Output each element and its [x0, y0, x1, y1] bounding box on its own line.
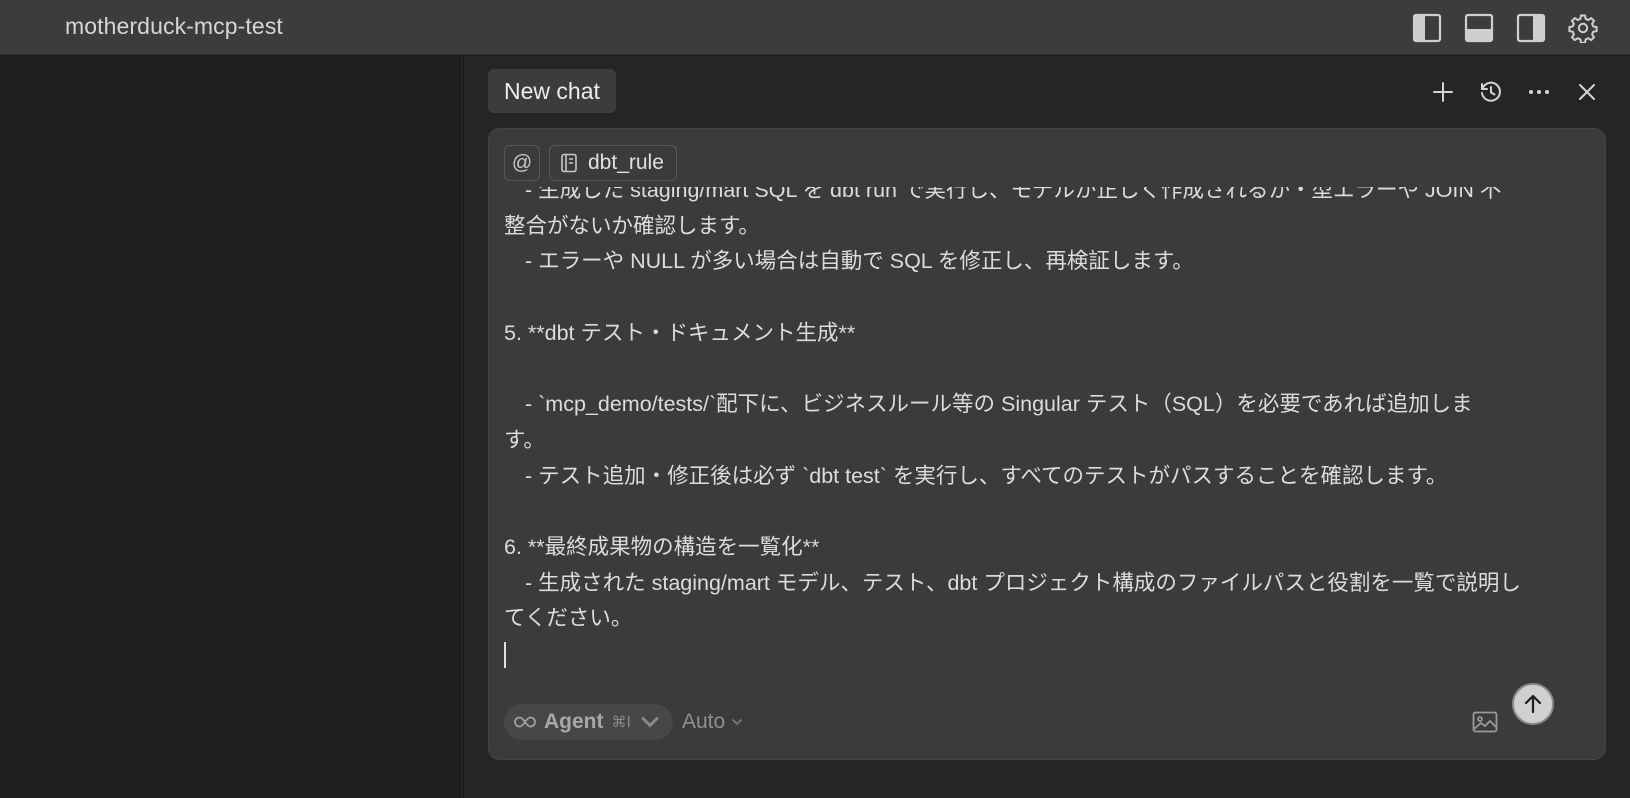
message-line: - テスト追加・修正後は必ず `dbt test` を実行し、すべてのテストがパ… — [525, 463, 1448, 488]
message-text: - 生成した staging/mart SQL を dbt run で実行し、モ… — [504, 187, 1596, 673]
close-icon[interactable] — [1571, 76, 1603, 108]
history-icon[interactable] — [1475, 76, 1507, 108]
chevron-down-icon — [732, 718, 743, 726]
message-line — [504, 280, 1596, 316]
window-title: motherduck-mcp-test — [65, 13, 283, 39]
title-bar: motherduck-mcp-test — [0, 0, 1630, 55]
message-line: す。 — [504, 427, 545, 452]
toggle-secondary-sidebar-icon[interactable] — [1515, 12, 1547, 44]
agent-mode-label: Agent — [544, 710, 604, 733]
new-chat-plus-icon[interactable] — [1427, 76, 1459, 108]
settings-gear-icon[interactable] — [1567, 12, 1599, 44]
caret-line — [504, 637, 1596, 673]
context-file-label: dbt_rule — [588, 151, 664, 174]
message-input[interactable]: - 生成した staging/mart SQL を dbt run で実行し、モ… — [504, 187, 1596, 677]
arrow-up-icon — [1524, 694, 1542, 714]
tab-new-chat[interactable]: New chat — [488, 69, 616, 113]
mention-button[interactable]: @ — [504, 145, 540, 181]
model-selector-label: Auto — [682, 710, 726, 733]
message-line: - 生成した staging/mart SQL を dbt run で実行し、モ… — [525, 187, 1502, 202]
message-line — [504, 351, 1596, 387]
message-line: - `mcp_demo/tests/`配下に、ビジネスルール等の Singula… — [525, 392, 1473, 417]
editor-area — [0, 56, 463, 798]
model-selector[interactable]: Auto — [682, 704, 743, 740]
message-line: 5. **dbt テスト・ドキュメント生成** — [504, 320, 856, 345]
more-actions-icon[interactable] — [1523, 76, 1555, 108]
send-button[interactable] — [1512, 683, 1554, 725]
message-line — [504, 494, 1596, 530]
text-caret — [504, 642, 506, 669]
toggle-panel-icon[interactable] — [1463, 12, 1495, 44]
chat-composer[interactable]: @ dbt_rule - 生成した staging/mart SQL を dbt… — [488, 128, 1606, 760]
infinity-icon — [514, 716, 536, 728]
context-chips: @ dbt_rule — [504, 145, 677, 181]
message-line: - エラーや NULL が多い場合は自動で SQL を修正し、再検証します。 — [525, 249, 1194, 274]
agent-mode-shortcut: ⌘I — [611, 713, 631, 731]
attach-image-icon[interactable] — [1471, 709, 1499, 735]
chevron-down-icon — [641, 716, 659, 728]
chat-panel: New chat @ dbt_rule - 生成した staging/mart … — [464, 56, 1630, 798]
message-line: 6. **最終成果物の構造を一覧化** — [504, 534, 820, 559]
message-line: てください。 — [504, 606, 633, 631]
context-file-chip[interactable]: dbt_rule — [549, 145, 677, 181]
agent-mode-selector[interactable]: Agent ⌘I — [504, 704, 673, 740]
file-icon — [561, 153, 577, 173]
message-line: - 生成された staging/mart モデル、テスト、dbt プロジェクト構… — [525, 570, 1521, 595]
message-line: 整合がないか確認します。 — [504, 213, 760, 238]
toggle-primary-sidebar-icon[interactable] — [1411, 12, 1443, 44]
